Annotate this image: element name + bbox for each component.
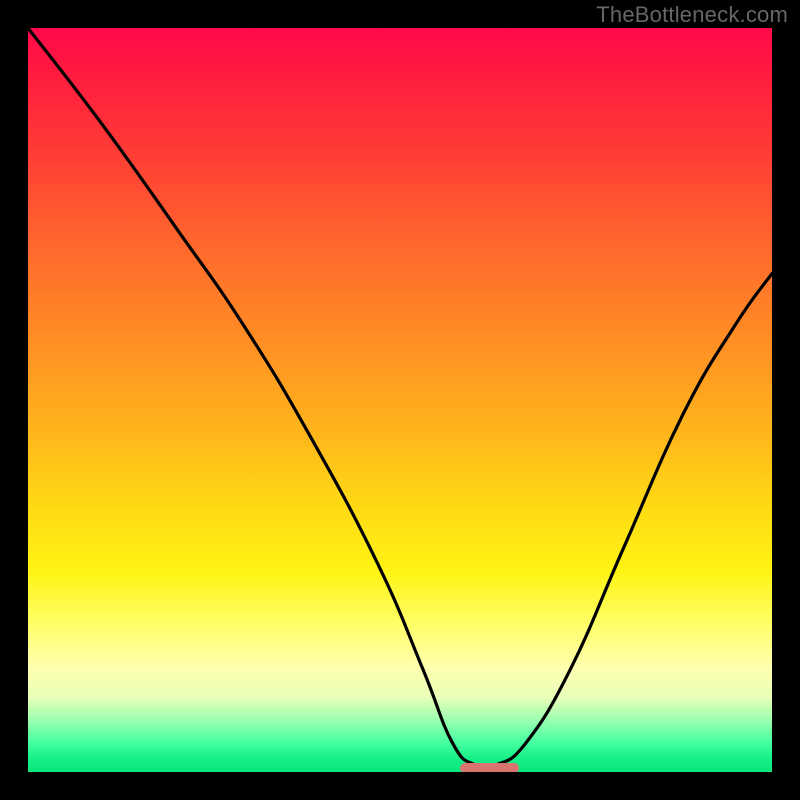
optimal-range-marker <box>460 763 520 772</box>
curve-path <box>28 28 772 768</box>
plot-area <box>28 28 772 772</box>
bottleneck-curve <box>28 28 772 772</box>
attribution-label: TheBottleneck.com <box>596 2 788 28</box>
chart-frame: TheBottleneck.com <box>0 0 800 800</box>
